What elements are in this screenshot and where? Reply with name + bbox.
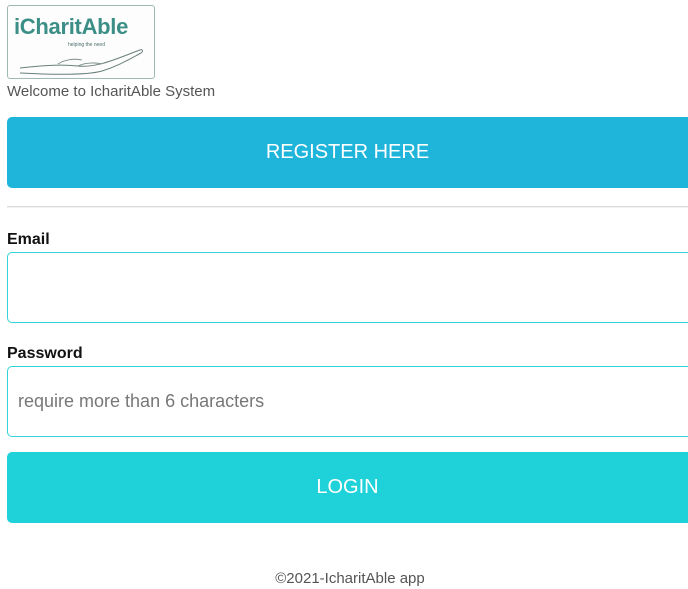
logo-text: iCharitAble (14, 14, 129, 39)
open-hand-icon (19, 49, 144, 75)
welcome-text: Welcome to IcharitAble System (7, 83, 216, 100)
email-label: Email (7, 231, 50, 248)
login-page: iCharitAble helping the need Welcome to … (0, 0, 688, 589)
app-logo: iCharitAble helping the need (7, 5, 155, 79)
password-input[interactable] (7, 366, 688, 437)
register-button[interactable]: REGISTER HERE (7, 117, 688, 188)
footer-copyright: ©2021-IcharitAble app (275, 570, 425, 587)
divider (7, 206, 688, 208)
password-label: Password (7, 345, 83, 362)
email-input[interactable] (7, 252, 688, 323)
login-button[interactable]: LOGIN (7, 452, 688, 523)
